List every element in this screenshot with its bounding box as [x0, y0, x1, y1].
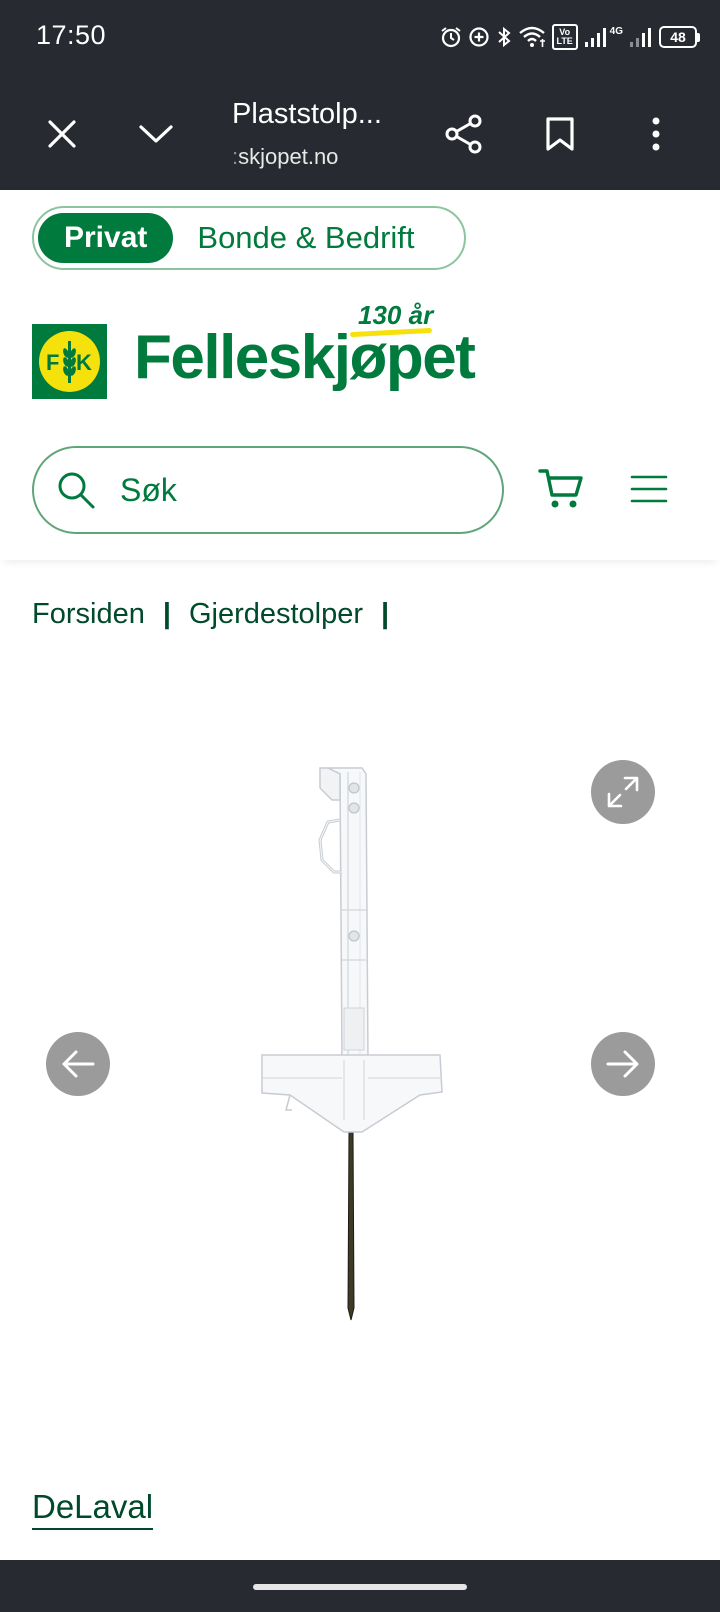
site-header: Privat Bonde & Bedrift F K Felleskjøpet …: [0, 190, 720, 560]
product-brand-link[interactable]: DeLaval: [32, 1488, 154, 1530]
product-gallery: [0, 700, 720, 1400]
segment-private[interactable]: Privat: [38, 213, 174, 263]
volte-icon: Vo LTE: [551, 24, 578, 50]
status-icons: Vo LTE 4G 48: [440, 22, 700, 52]
wheat-icon: F K: [46, 341, 92, 383]
more-options-button[interactable]: [628, 106, 684, 162]
signal-icon: [584, 28, 606, 47]
minimize-button[interactable]: [128, 106, 184, 162]
svg-text:K: K: [76, 350, 92, 375]
browser-toolbar: Plaststolp... :skjopet.no: [0, 78, 720, 190]
search-placeholder: Søk: [120, 471, 177, 508]
search-input[interactable]: Søk: [32, 446, 504, 534]
alarm-icon: [441, 27, 461, 48]
svg-text:F: F: [46, 350, 59, 375]
cart-button[interactable]: [532, 460, 590, 518]
page-title[interactable]: Plaststolp...: [232, 98, 382, 131]
bookmark-icon: [546, 117, 574, 151]
breadcrumb-category[interactable]: Gjerdestolper: [189, 598, 363, 631]
close-tab-button[interactable]: [34, 106, 90, 162]
next-image-button[interactable]: [591, 1032, 655, 1096]
logo-badge: F K: [32, 324, 107, 399]
segment-business[interactable]: Bonde & Bedrift: [173, 220, 414, 256]
breadcrumb-home[interactable]: Forsiden: [32, 598, 145, 631]
breadcrumb-separator: |: [162, 598, 171, 630]
bookmark-button[interactable]: [532, 106, 588, 162]
page-url[interactable]: :skjopet.no: [232, 144, 338, 170]
network-type: 4G: [609, 25, 623, 37]
battery-icon: 48: [659, 26, 700, 48]
share-button[interactable]: [436, 106, 492, 162]
more-vert-icon: [652, 117, 660, 151]
felleskjopet-logo[interactable]: F K Felleskjøpet 130 år: [32, 300, 480, 408]
customer-type-toggle: Privat Bonde & Bedrift: [32, 206, 466, 270]
expand-image-button[interactable]: [591, 760, 655, 824]
home-gesture-handle[interactable]: [253, 1584, 467, 1590]
breadcrumb-separator: |: [381, 598, 390, 630]
breadcrumb: Forsiden | Gjerdestolper |: [32, 598, 407, 631]
data-saver-icon: [469, 27, 489, 47]
status-bar: 17:50 Vo LTE 4G 48: [0, 0, 720, 78]
close-icon: [48, 120, 76, 148]
status-time: 17:50: [36, 20, 107, 50]
arrow-right-icon: [606, 1050, 639, 1078]
battery-level: 48: [659, 26, 697, 48]
previous-image-button[interactable]: [46, 1032, 110, 1096]
product-image[interactable]: [250, 760, 460, 1350]
wifi-icon: [518, 26, 545, 47]
expand-icon: [607, 776, 639, 808]
cart-icon: [538, 469, 583, 508]
share-icon: [445, 114, 482, 154]
menu-button[interactable]: [620, 460, 678, 518]
menu-icon: [630, 475, 668, 503]
chevron-down-icon: [139, 125, 173, 143]
search-icon: [58, 472, 95, 509]
arrow-left-icon: [62, 1050, 95, 1078]
signal-icon: [630, 28, 651, 47]
anniversary-label: 130 år: [358, 300, 434, 330]
bluetooth-icon: [497, 26, 511, 48]
system-navigation-bar: [0, 1560, 720, 1612]
